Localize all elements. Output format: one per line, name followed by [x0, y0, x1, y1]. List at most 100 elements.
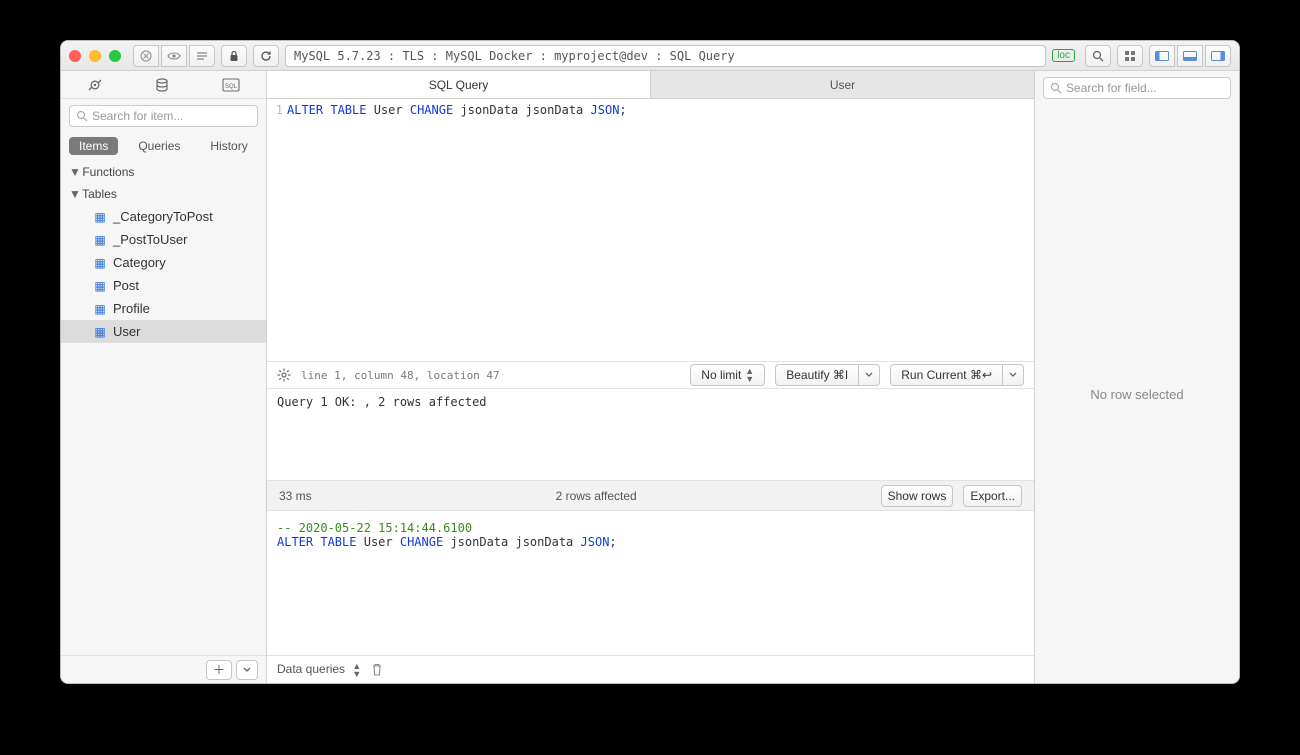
sql-icon[interactable]: SQL [222, 78, 240, 92]
format-button[interactable] [189, 45, 215, 67]
table-name: _CategoryToPost [113, 209, 213, 224]
toggle-bottom-panel-button[interactable] [1177, 45, 1203, 67]
tab-label: SQL Query [429, 78, 489, 92]
data-queries-selector[interactable]: Data queries ▲▼ [277, 662, 361, 678]
kw-table: TABLE [320, 535, 356, 549]
ident-cols: jsonData jsonData [460, 103, 583, 117]
sidebar-footer: ＋ [61, 655, 266, 683]
table-item[interactable]: ▦_PostToUser [61, 228, 266, 251]
beautify-menu-button[interactable] [859, 364, 880, 386]
grid-icon [1124, 50, 1136, 62]
semicolon: ; [619, 103, 626, 117]
kw-json: JSON [581, 535, 610, 549]
limit-selector[interactable]: No limit ▲▼ [690, 364, 765, 386]
kw-change: CHANGE [400, 535, 443, 549]
search-button[interactable] [1085, 45, 1111, 67]
connection-icon[interactable] [87, 77, 103, 93]
chevron-down-icon [1009, 372, 1017, 378]
elapsed-time: 33 ms [279, 489, 312, 503]
stepper-icon: ▲▼ [352, 662, 361, 678]
add-item-menu-button[interactable] [236, 660, 258, 680]
toggle-left-panel-button[interactable] [1149, 45, 1175, 67]
svg-text:SQL: SQL [225, 84, 238, 90]
cursor-position: line 1, column 48, location 47 [301, 369, 500, 382]
beautify-label: Beautify ⌘I [786, 368, 848, 382]
sidebar-tab-queries[interactable]: Queries [128, 137, 190, 155]
table-icon: ▦ [93, 233, 107, 247]
tree-group-functions[interactable]: ▼ Functions [61, 161, 266, 183]
table-item[interactable]: ▦Profile [61, 297, 266, 320]
show-rows-button[interactable]: Show rows [881, 485, 954, 507]
chevron-down-icon [865, 372, 873, 378]
run-button[interactable]: Run Current ⌘↩ [890, 364, 1003, 386]
table-icon: ▦ [93, 325, 107, 339]
query-history[interactable]: -- 2020-05-22 15:14:44.6100 ALTER TABLE … [267, 511, 1034, 655]
result-bar: 33 ms 2 rows affected Show rows Export..… [267, 481, 1034, 511]
refresh-button[interactable] [253, 45, 279, 67]
run-split: Run Current ⌘↩ [890, 364, 1024, 386]
database-icon[interactable] [154, 77, 170, 93]
main-tabs: SQL Query User [267, 71, 1034, 99]
preview-button[interactable] [161, 45, 187, 67]
details-search[interactable]: Search for field... [1043, 77, 1231, 99]
run-label: Run Current ⌘↩ [901, 368, 992, 382]
table-item[interactable]: ▦_CategoryToPost [61, 205, 266, 228]
table-icon: ▦ [93, 279, 107, 293]
gear-icon[interactable] [277, 368, 291, 382]
editor-gutter: 1 [267, 99, 287, 361]
editor-code[interactable]: ALTER TABLE User CHANGE jsonData jsonDat… [287, 99, 1034, 361]
delete-query-button[interactable] [371, 663, 383, 677]
sidebar-mode-icons: SQL [61, 71, 266, 99]
run-menu-button[interactable] [1003, 364, 1024, 386]
add-item-button[interactable]: ＋ [206, 660, 232, 680]
lines-icon [196, 51, 208, 61]
tab-user[interactable]: User [651, 71, 1034, 98]
result-message: Query 1 OK: , 2 rows affected [267, 389, 1034, 481]
details-search-placeholder: Search for field... [1066, 81, 1157, 95]
disclosure-icon: ▼ [69, 187, 79, 201]
export-label: Export... [970, 489, 1015, 503]
history-timestamp: -- 2020-05-22 15:14:44.6100 [277, 521, 472, 535]
kw-json: JSON [591, 103, 620, 117]
disclosure-icon: ▼ [69, 165, 79, 179]
lock-button[interactable] [221, 45, 247, 67]
stepper-icon: ▲▼ [745, 367, 754, 383]
limit-label: No limit [701, 368, 741, 382]
ident-user: User [364, 535, 393, 549]
table-name: User [113, 324, 140, 339]
cancel-query-button[interactable] [133, 45, 159, 67]
titlebar: MySQL 5.7.23 : TLS : MySQL Docker : mypr… [61, 41, 1239, 71]
close-window-button[interactable] [69, 50, 81, 62]
export-button[interactable]: Export... [963, 485, 1022, 507]
ident-cols: jsonData jsonData [450, 535, 573, 549]
table-name: Profile [113, 301, 150, 316]
sidebar-tab-items[interactable]: Items [69, 137, 118, 155]
sidebar-search[interactable]: Search for item... [69, 105, 258, 127]
zoom-window-button[interactable] [109, 50, 121, 62]
window-body: SQL Search for item... Items Queries His… [61, 71, 1239, 683]
table-item[interactable]: ▦Post [61, 274, 266, 297]
grid-button[interactable] [1117, 45, 1143, 67]
tab-sql-query[interactable]: SQL Query [267, 71, 651, 98]
query-toolbar-segment [133, 45, 215, 67]
search-icon [1092, 50, 1104, 62]
tree-group-label: Functions [82, 165, 134, 179]
bottom-panel-icon [1183, 51, 1197, 61]
refresh-icon [260, 50, 272, 62]
result-message-text: Query 1 OK: , 2 rows affected [277, 395, 487, 409]
toggle-right-panel-button[interactable] [1205, 45, 1231, 67]
sidebar-tab-history[interactable]: History [200, 137, 257, 155]
right-panel-icon [1211, 51, 1225, 61]
tree-group-tables[interactable]: ▼ Tables [61, 183, 266, 205]
beautify-split: Beautify ⌘I [775, 364, 880, 386]
kw-alter: ALTER [277, 535, 313, 549]
minimize-window-button[interactable] [89, 50, 101, 62]
connection-path[interactable]: MySQL 5.7.23 : TLS : MySQL Docker : mypr… [285, 45, 1046, 67]
search-icon [1050, 82, 1062, 94]
beautify-button[interactable]: Beautify ⌘I [775, 364, 859, 386]
environment-badge: loc [1052, 49, 1075, 62]
table-item-user[interactable]: ▦ User [61, 320, 266, 343]
sql-editor[interactable]: 1 ALTER TABLE User CHANGE jsonData jsonD… [267, 99, 1034, 361]
table-item[interactable]: ▦Category [61, 251, 266, 274]
window-controls [69, 50, 121, 62]
